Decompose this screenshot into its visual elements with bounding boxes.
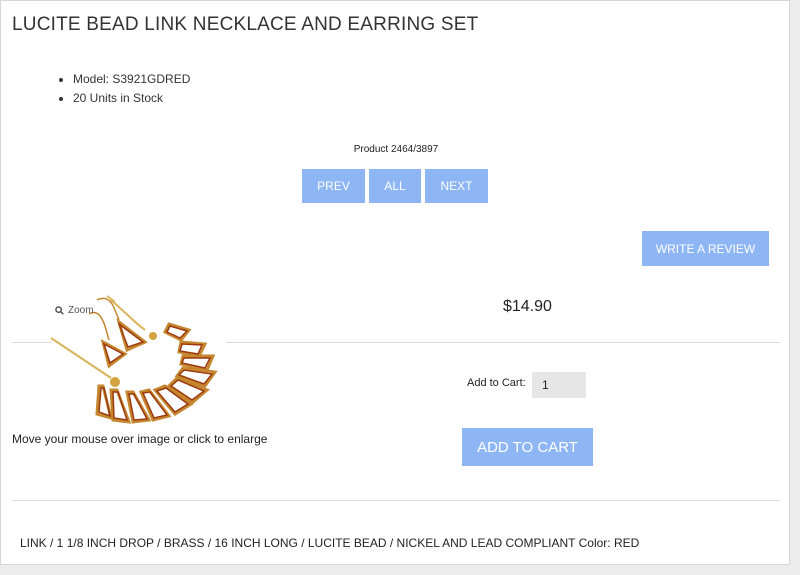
all-button[interactable]: ALL <box>369 169 421 203</box>
product-page: LUCITE BEAD LINK NECKLACE AND EARRING SE… <box>0 0 790 565</box>
image-hint: Move your mouse over image or click to e… <box>12 432 268 446</box>
model-number: Model: S3921GDRED <box>73 70 190 89</box>
necklace-links <box>95 322 218 424</box>
product-info-list: Model: S3921GDRED 20 Units in Stock <box>43 70 190 108</box>
product-nav: PREV ALL NEXT <box>302 169 488 203</box>
write-review-button[interactable]: WRITE A REVIEW <box>642 231 769 266</box>
divider <box>12 500 780 501</box>
quantity-input[interactable] <box>532 372 586 398</box>
divider <box>226 342 780 343</box>
product-price: $14.90 <box>503 298 552 315</box>
product-counter: Product 2464/3897 <box>353 144 439 155</box>
next-button[interactable]: NEXT <box>425 169 488 203</box>
zoom-label: Zoom <box>68 305 94 316</box>
add-to-cart-label: Add to Cart: <box>467 377 526 389</box>
magnifier-icon <box>55 306 64 315</box>
add-to-cart-button[interactable]: ADD TO CART <box>462 428 593 466</box>
prev-button[interactable]: PREV <box>302 169 365 203</box>
stock-status: 20 Units in Stock <box>73 89 190 108</box>
product-title: LUCITE BEAD LINK NECKLACE AND EARRING SE… <box>12 14 479 35</box>
divider <box>12 342 52 343</box>
product-description: LINK / 1 1/8 INCH DROP / BRASS / 16 INCH… <box>20 536 640 550</box>
zoom-link[interactable]: Zoom <box>55 305 94 316</box>
